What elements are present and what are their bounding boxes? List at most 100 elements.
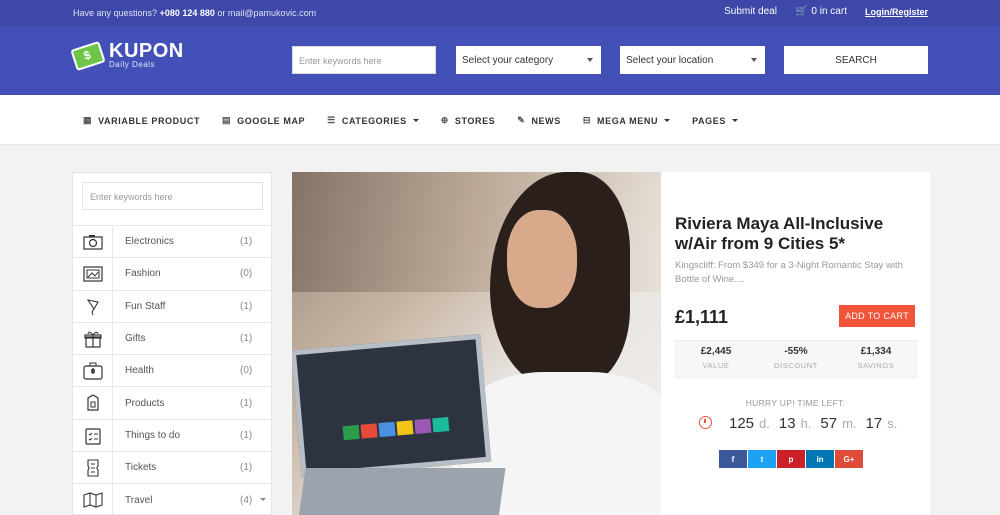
divider — [112, 322, 113, 355]
header-search-input[interactable]: Enter keywords here — [292, 46, 436, 74]
chevron-down-icon — [751, 58, 757, 62]
stat-number: £2,445 — [700, 346, 732, 357]
category-item-fashion[interactable]: Fashion (0) — [73, 257, 271, 290]
category-item-things-to-do[interactable]: Things to do (1) — [73, 418, 271, 452]
divider — [112, 226, 113, 258]
divider — [112, 419, 113, 452]
category-item-travel[interactable]: Travel (4) — [73, 483, 271, 515]
gift-icon — [82, 330, 104, 348]
timer-unit: s. — [887, 416, 898, 431]
category-item-products[interactable]: Products (1) — [73, 386, 271, 419]
category-label: Things to do — [125, 429, 181, 441]
contact-mail[interactable]: or mail@pamukovic.com — [217, 8, 316, 18]
deal-title[interactable]: Riviera Maya All-Inclusive w/Air from 9 … — [675, 214, 915, 254]
divider — [112, 484, 113, 515]
camera-icon — [82, 233, 104, 251]
grid-icon: ▦ — [83, 115, 93, 125]
logo[interactable]: KUPON Daily Deals — [70, 40, 184, 71]
nav-item-pages[interactable]: PAGES — [692, 115, 738, 126]
deal-image[interactable] — [292, 172, 661, 515]
stat-label: SAVINGS — [857, 361, 895, 370]
chevron-down-icon — [587, 58, 593, 62]
nav-item-categories[interactable]: ☰ CATEGORIES — [327, 115, 419, 126]
search-button[interactable]: SEARCH — [784, 46, 928, 74]
timer-minutes: 57 — [820, 415, 838, 432]
nav-item-stores[interactable]: ⊕ STORES — [441, 115, 496, 126]
google-plus-share-button[interactable]: G+ — [835, 450, 863, 468]
nav-label: VARIABLE PRODUCT — [98, 115, 201, 126]
nav-label: PAGES — [692, 115, 726, 126]
divider — [112, 387, 113, 419]
timer-seconds: 17 — [865, 415, 883, 432]
medkit-icon — [82, 362, 104, 380]
top-bar: Have any questions? +080 124 880 or mail… — [0, 0, 1000, 26]
category-count: (1) — [240, 462, 253, 474]
category-item-fun-staff[interactable]: Fun Staff (1) — [73, 289, 271, 322]
category-count: (1) — [240, 236, 253, 248]
stat-savings: £1,334 SAVINGS — [836, 341, 916, 377]
contact-info: Have any questions? +080 124 880 or mail… — [73, 8, 316, 18]
location-select[interactable]: Select your location — [620, 46, 765, 74]
cart-count: 0 in cart — [811, 6, 847, 17]
category-count: (1) — [240, 333, 253, 345]
linkedin-share-button[interactable]: in — [806, 450, 834, 468]
category-label: Electronics — [125, 236, 174, 248]
photo-laptop — [298, 468, 506, 515]
category-label: Gifts — [125, 333, 146, 345]
list-icon: ☰ — [327, 115, 336, 125]
stat-number: -55% — [784, 346, 808, 357]
checklist-icon — [82, 427, 104, 445]
category-label: Fun Staff — [125, 300, 166, 312]
box-icon — [82, 394, 104, 412]
category-label: Tickets — [125, 462, 157, 474]
facebook-share-button[interactable]: f — [719, 450, 747, 468]
nav-item-news[interactable]: ✎ NEWS — [517, 115, 561, 126]
deal-price: £1,111 — [675, 307, 729, 327]
chevron-down-icon[interactable] — [260, 498, 266, 502]
photo-subject-face — [507, 210, 577, 308]
timer-hours: 13 — [778, 415, 796, 432]
cart-link[interactable]: 🛒 0 in cart — [795, 6, 847, 17]
nav-item-mega-menu[interactable]: ⊟ MEGA MENU — [583, 115, 671, 126]
phone-number[interactable]: +080 124 880 — [160, 8, 215, 18]
timer-unit: h. — [800, 416, 812, 431]
nav-label: GOOGLE MAP — [237, 115, 306, 126]
twitter-share-button[interactable]: t — [748, 450, 776, 468]
deal-stats: £2,445 VALUE -55% DISCOUNT £1,334 SAVING… — [675, 340, 917, 378]
globe-icon: ⊕ — [440, 115, 449, 125]
pinterest-share-button[interactable]: p — [777, 450, 805, 468]
cart-icon: 🛒 — [794, 6, 808, 17]
stat-label: DISCOUNT — [774, 361, 818, 370]
social-share: f t p in G+ — [719, 450, 863, 468]
category-count: (4) — [240, 494, 253, 506]
category-label: Fashion — [125, 268, 161, 280]
chevron-down-icon — [664, 119, 671, 122]
category-item-gifts[interactable]: Gifts (1) — [73, 321, 271, 355]
timer-unit: m. — [842, 416, 857, 431]
divider — [112, 452, 113, 484]
category-sidebar: Enter keywords here Electronics (1) Fash… — [72, 172, 272, 515]
category-label: Products — [125, 397, 165, 409]
category-count: (0) — [240, 365, 253, 377]
location-select-value: Select your location — [626, 55, 714, 66]
stat-number: £1,334 — [860, 346, 892, 357]
nav-item-variable-product[interactable]: ▦ VARIABLE PRODUCT — [83, 115, 200, 126]
submit-deal-link[interactable]: Submit deal — [724, 6, 777, 17]
category-item-tickets[interactable]: Tickets (1) — [73, 451, 271, 484]
category-select[interactable]: Select your category — [456, 46, 601, 74]
countdown-timer: 125 d. 13 h. 57 m. 17 s. — [699, 415, 901, 432]
category-count: (1) — [240, 429, 253, 441]
nav-label: CATEGORIES — [341, 115, 407, 126]
add-to-cart-button[interactable]: ADD TO CART — [839, 305, 915, 327]
sidebar-search-input[interactable]: Enter keywords here — [82, 182, 263, 210]
login-register-link[interactable]: Login/Register — [865, 7, 928, 17]
header: KUPON Daily Deals Enter keywords here Se… — [0, 26, 1000, 95]
pencil-icon: ✎ — [517, 115, 526, 125]
nav-item-google-map[interactable]: ▤ GOOGLE MAP — [222, 115, 305, 126]
category-count: (0) — [240, 268, 253, 280]
map-icon: ▤ — [222, 115, 232, 125]
category-item-electronics[interactable]: Electronics (1) — [73, 225, 271, 258]
category-item-health[interactable]: Health (0) — [73, 354, 271, 387]
chevron-down-icon — [731, 119, 738, 122]
dollar-ticket-icon — [70, 40, 106, 71]
